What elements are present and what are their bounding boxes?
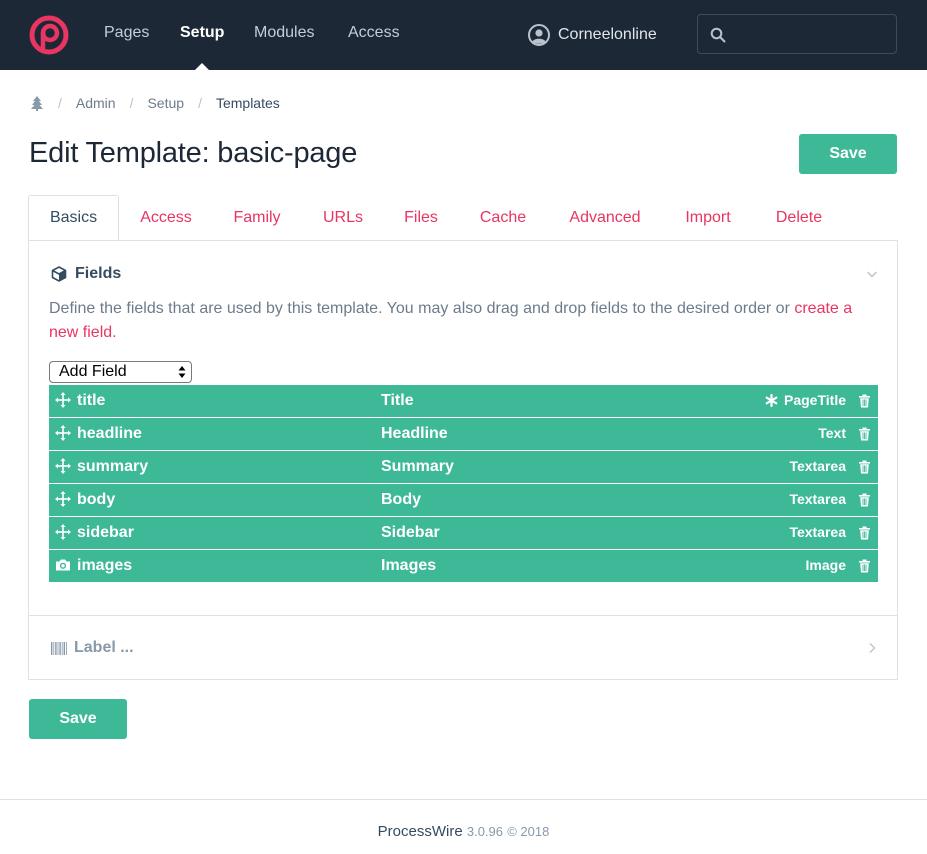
field-type: Image [806, 557, 846, 573]
save-button-top[interactable]: Save [799, 134, 897, 174]
field-row[interactable]: headline Headline Text [49, 418, 878, 450]
field-label: Title [381, 392, 414, 409]
trash-icon[interactable] [858, 394, 871, 408]
footer-divider [0, 799, 927, 800]
move-icon[interactable] [55, 458, 71, 474]
field-row[interactable]: title Title PageTitle [49, 385, 878, 417]
tab-delete[interactable]: Delete [755, 195, 843, 241]
trash-icon[interactable] [858, 493, 871, 507]
processwire-logo[interactable] [28, 14, 70, 56]
field-type: Textarea [789, 524, 846, 540]
field-name: summary [77, 458, 149, 475]
tab-files[interactable]: Files [385, 195, 457, 241]
tab-cache[interactable]: Cache [457, 195, 549, 241]
nav-modules[interactable]: Modules [254, 24, 314, 42]
field-name: images [77, 557, 133, 574]
field-type-label: PageTitle [784, 392, 846, 408]
tree-icon[interactable] [30, 95, 44, 111]
field-type-label: Textarea [789, 524, 846, 540]
search-input[interactable] [697, 14, 897, 54]
field-type-label: Image [805, 557, 846, 573]
field-row[interactable]: sidebar Sidebar Textarea [49, 517, 878, 549]
chevron-right-icon[interactable] [868, 642, 876, 654]
select-arrows-icon [178, 366, 186, 378]
cube-icon [51, 266, 67, 282]
field-label: Images [381, 557, 437, 574]
move-icon[interactable] [55, 392, 71, 408]
field-label: Headline [381, 425, 448, 442]
field-row[interactable]: body Body Textarea [49, 484, 878, 516]
field-type: PageTitle [765, 392, 846, 408]
top-navigation-bar: Pages Setup Modules Access Corneelonline [0, 0, 927, 70]
tab-basics[interactable]: Basics [28, 195, 119, 241]
footer-copyright: © 2018 [507, 824, 550, 839]
field-label: Sidebar [381, 524, 440, 541]
save-button-bottom[interactable]: Save [29, 699, 127, 739]
label-heading: Label ... [74, 639, 134, 656]
fields-description-text: Define the fields that are used by this … [49, 300, 790, 317]
breadcrumb-admin[interactable]: Admin [76, 95, 116, 111]
breadcrumb-separator: / [58, 95, 62, 111]
field-type: Text [818, 425, 846, 441]
nav-pages[interactable]: Pages [104, 24, 149, 42]
tab-access[interactable]: Access [119, 195, 213, 241]
trash-icon[interactable] [858, 559, 871, 573]
user-name: Corneelonline [558, 26, 657, 43]
breadcrumb: / Admin / Setup / Templates [30, 94, 280, 112]
field-name: body [77, 491, 116, 508]
fields-heading: Fields [75, 265, 122, 282]
page-title: Edit Template: basic-page [29, 137, 358, 169]
field-list: title Title PageTitle headline Headline [49, 385, 878, 583]
trash-icon[interactable] [858, 460, 871, 474]
camera-icon[interactable] [55, 557, 71, 573]
field-label: Body [381, 491, 421, 508]
trash-icon[interactable] [858, 526, 871, 540]
field-name: sidebar [77, 524, 134, 541]
add-field-label: Add Field [59, 363, 127, 380]
field-type-label: Textarea [789, 491, 846, 507]
field-type-label: Text [818, 425, 846, 441]
field-name: headline [77, 425, 142, 442]
field-row[interactable]: images Images Image [49, 550, 878, 582]
field-name: title [77, 392, 106, 409]
add-field-select[interactable]: Add Field [49, 361, 192, 383]
active-nav-indicator [195, 63, 209, 70]
breadcrumb-separator: / [129, 95, 134, 111]
basics-panel: Fields Define the fields that are used b… [28, 240, 898, 680]
footer-version: 3.0.96 [466, 824, 504, 839]
user-menu[interactable]: Corneelonline [528, 23, 657, 47]
breadcrumb-templates[interactable]: Templates [216, 95, 280, 111]
breadcrumb-setup[interactable]: Setup [147, 95, 184, 111]
tab-urls[interactable]: URLs [301, 195, 385, 241]
fields-section-header[interactable]: Fields [51, 265, 121, 283]
field-type: Textarea [789, 458, 846, 474]
tab-import[interactable]: Import [661, 195, 755, 241]
field-type-label: Textarea [789, 458, 846, 474]
user-avatar-icon [528, 24, 550, 46]
breadcrumb-separator: / [198, 95, 202, 111]
fields-description: Define the fields that are used by this … [49, 297, 879, 345]
label-section-header[interactable]: Label ... [51, 639, 134, 657]
move-icon[interactable] [55, 491, 71, 507]
field-label: Summary [381, 458, 454, 475]
panel-divider [29, 615, 897, 616]
asterisk-icon [765, 393, 778, 407]
nav-setup[interactable]: Setup [180, 24, 224, 42]
nav-access[interactable]: Access [348, 24, 400, 42]
search-icon [710, 27, 726, 43]
move-icon[interactable] [55, 524, 71, 540]
tab-advanced[interactable]: Advanced [549, 195, 661, 241]
move-icon[interactable] [55, 425, 71, 441]
chevron-down-icon[interactable] [866, 269, 878, 279]
tab-family[interactable]: Family [213, 195, 301, 241]
field-row[interactable]: summary Summary Textarea [49, 451, 878, 483]
footer-brand-link[interactable]: ProcessWire [378, 823, 463, 840]
trash-icon[interactable] [858, 427, 871, 441]
footer: ProcessWire 3.0.96 © 2018 [0, 823, 927, 840]
field-type: Textarea [789, 491, 846, 507]
barcode-icon [51, 641, 67, 655]
